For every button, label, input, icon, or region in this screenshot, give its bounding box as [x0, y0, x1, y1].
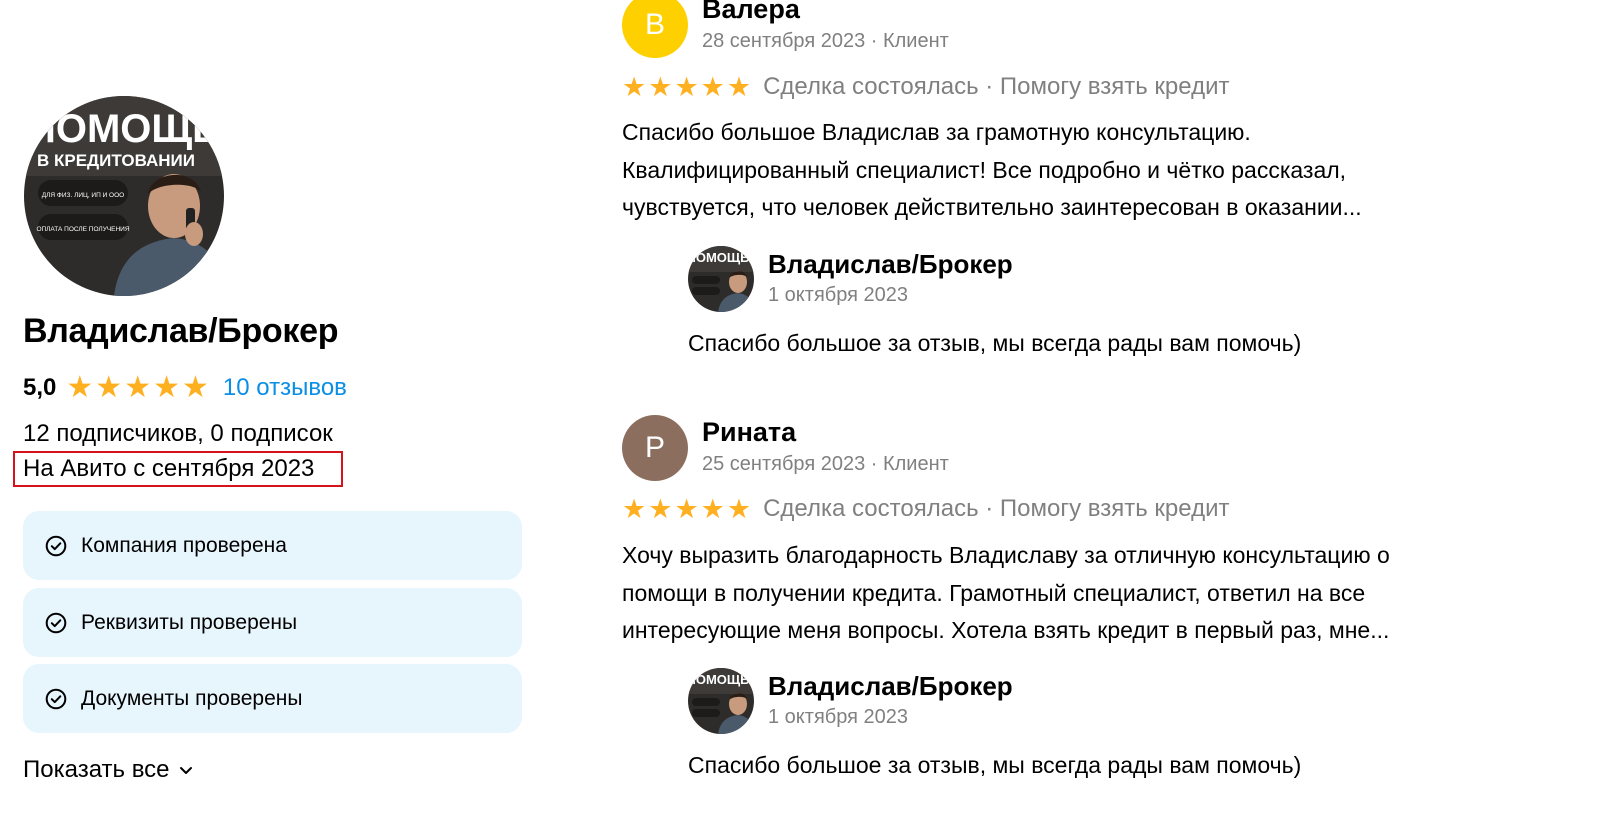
reply-text: Спасибо большое за отзыв, мы всегда рады… — [688, 752, 1302, 778]
verification-company[interactable]: Компания проверена — [23, 511, 522, 580]
show-all-label: Показать все — [23, 756, 170, 783]
followers-text: 12 подписчиков, 0 подписок — [23, 420, 333, 447]
review-text-line: помощи в получении кредита. Грамотный сп… — [622, 579, 1366, 606]
rating-stars: ★ ★ ★ ★ ★ — [66, 373, 209, 403]
star-icon: ★ — [726, 71, 752, 102]
review-text-line: Хочу выразить благодарность Владиславу з… — [622, 542, 1390, 568]
review-tags: Сделка состоялась · Помогу взять кредит — [763, 495, 1230, 522]
reviewer-avatar[interactable]: Р — [622, 415, 688, 481]
star-icon: ★ — [648, 71, 673, 102]
review-text-line: чувствуется, что человек действительно з… — [622, 194, 1362, 220]
avatar-banner-pill-1: ДЛЯ ФИЗ. ЛИЦ, ИП И ООО — [42, 192, 124, 199]
reply-avatar-banner-title: ПОМОЩЬ — [688, 250, 750, 265]
reviewer-name[interactable]: Валера — [702, 0, 800, 25]
review-meta: 28 сентября 2023 · Клиент — [702, 30, 949, 52]
star-icon: ★ — [66, 371, 94, 404]
review-text[interactable]: Хочу выразить благодарность Владиславу з… — [622, 537, 1512, 650]
reply-author[interactable]: Владислав/Брокер — [768, 249, 1013, 280]
review-text[interactable]: Спасибо большое Владислав за грамотную к… — [622, 114, 1512, 227]
review-tags: Сделка состоялась · Помогу взять кредит — [763, 73, 1230, 100]
verification-documents[interactable]: Документы проверены — [23, 664, 522, 733]
rating-value: 5,0 — [23, 374, 57, 401]
chevron-down-icon — [179, 767, 192, 774]
reply-avatar: ПОМОЩЬ — [688, 246, 754, 312]
profile-rating: 5,0 ★ ★ ★ ★ ★ 10 отзывов — [23, 372, 347, 404]
check-circle-icon — [45, 612, 67, 633]
star-icon: ★ — [700, 71, 725, 102]
review-text-line: Квалифицированный специалист! Все подроб… — [622, 156, 1347, 183]
reply-author[interactable]: Владислав/Брокер — [768, 671, 1013, 702]
avatar-banner-pill-2: ОПЛАТА ПОСЛЕ ПОЛУЧЕНИЯ — [36, 226, 129, 233]
reviewer-avatar[interactable]: В — [622, 0, 688, 58]
reviews-count-link[interactable]: 10 отзывов — [223, 374, 347, 402]
member-since-text: На Авито с сентября 2023 — [13, 451, 343, 487]
review-tags-row: ★ ★ ★ ★ ★ Сделка состоялась · Помогу взя… — [622, 495, 1229, 523]
review-tags-row: ★ ★ ★ ★ ★ Сделка состоялась · Помогу взя… — [622, 73, 1229, 101]
reviewer-initial: Р — [644, 431, 665, 464]
star-icon: ★ — [674, 71, 699, 102]
star-icon: ★ — [674, 493, 699, 524]
reply-text: Спасибо большое за отзыв, мы всегда рады… — [688, 330, 1302, 356]
star-icon: ★ — [182, 371, 209, 404]
review-text-line: интересующие меня вопросы. Хотела взять … — [622, 617, 1390, 643]
profile-name: Владислав/Брокер — [23, 312, 339, 350]
reply-avatar-banner-title: ПОМОЩЬ — [688, 672, 750, 687]
reviewer-name[interactable]: Рината — [702, 417, 796, 448]
star-icon: ★ — [95, 371, 123, 404]
reply-date: 1 октября 2023 — [768, 284, 908, 306]
review-text-line: Спасибо большое Владислав за грамотную к… — [622, 119, 1251, 145]
star-icon: ★ — [726, 493, 752, 524]
verification-requisites[interactable]: Реквизиты проверены — [23, 588, 522, 657]
review-meta: 25 сентября 2023 · Клиент — [702, 453, 949, 475]
profile-avatar[interactable]: ПОМОЩЬ В КРЕДИТОВАНИИ ДЛЯ ФИЗ. ЛИЦ, ИП И… — [24, 96, 224, 296]
star-icon: ★ — [153, 371, 180, 404]
verification-label: Реквизиты проверены — [81, 610, 298, 634]
star-icon: ★ — [124, 371, 152, 404]
star-icon: ★ — [622, 71, 647, 102]
star-icon: ★ — [700, 493, 725, 524]
review-stars: ★ ★ ★ ★ ★ — [622, 71, 752, 102]
reply-avatar: ПОМОЩЬ — [688, 668, 754, 734]
star-icon: ★ — [622, 493, 647, 524]
review-stars: ★ ★ ★ ★ ★ — [622, 493, 752, 524]
star-icon: ★ — [648, 493, 673, 524]
avatar-banner-title: ПОМОЩЬ — [27, 107, 221, 151]
avatar-banner-subtitle: В КРЕДИТОВАНИИ — [37, 151, 195, 170]
verification-label: Документы проверены — [81, 686, 303, 710]
check-circle-icon — [45, 535, 67, 556]
show-all-button[interactable]: Показать все — [23, 756, 194, 784]
check-circle-icon — [45, 688, 67, 709]
reply-date: 1 октября 2023 — [768, 706, 908, 728]
reviewer-initial: В — [644, 8, 665, 41]
verification-label: Компания проверена — [81, 533, 287, 557]
